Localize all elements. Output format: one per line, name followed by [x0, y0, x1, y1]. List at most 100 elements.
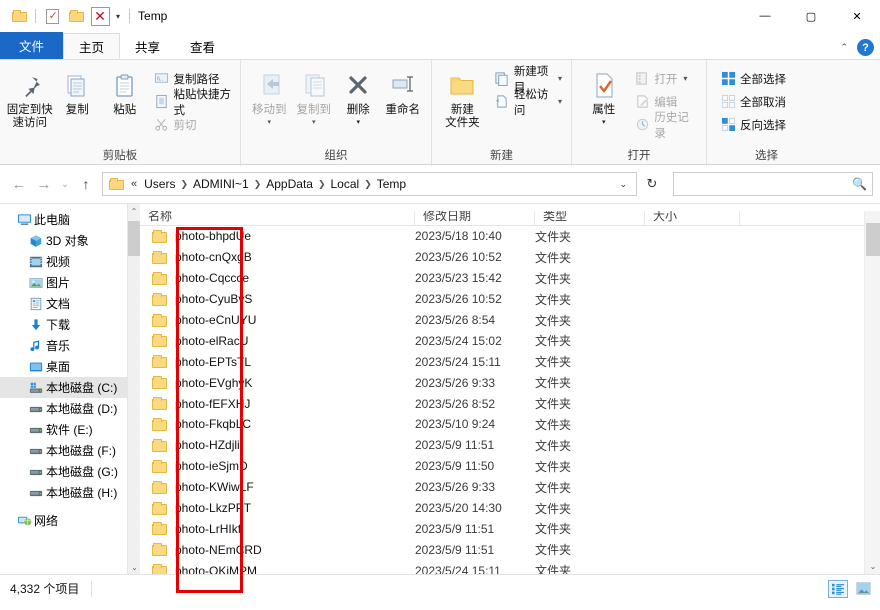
pin-to-quick-access-button[interactable]: 固定到快 速访问 [6, 65, 53, 130]
tab-file[interactable]: 文件 [0, 32, 64, 59]
properties-button[interactable]: 属性 ▾ [578, 65, 629, 126]
breadcrumb-item-admini1[interactable]: ADMINI~1 [189, 177, 253, 191]
search-icon[interactable]: 🔍 [852, 177, 867, 191]
close-button[interactable]: ✕ [834, 0, 880, 32]
table-row[interactable]: photo-LrHIkf 2023/5/9 11:51 文件夹 [140, 518, 880, 539]
tab-home[interactable]: 主页 [63, 33, 121, 59]
copy-to-button[interactable]: 复制到 ▾ [292, 65, 337, 126]
sidebar-item-network[interactable]: 网络 [0, 510, 140, 531]
new-folder-icon[interactable] [65, 5, 87, 27]
table-row[interactable]: photo-eCnUYU 2023/5/26 8:54 文件夹 [140, 310, 880, 331]
sidebar-item-3d-objects[interactable]: 3D 对象 [0, 230, 140, 251]
sidebar-item-software-e[interactable]: 软件 (E:) [0, 419, 140, 440]
navigation-scrollbar[interactable]: ⌃ ⌄ [127, 204, 140, 574]
move-to-label: 移动到 [252, 104, 287, 116]
rename-button[interactable]: 重命名 [381, 65, 426, 117]
maximize-button[interactable]: ▢ [788, 0, 834, 32]
chevron-down-icon[interactable]: ▾ [558, 74, 562, 83]
table-row[interactable]: photo-KWiwLF 2023/5/26 9:33 文件夹 [140, 477, 880, 498]
help-icon[interactable]: ? [857, 39, 874, 56]
recent-locations-button[interactable]: ⌄ [57, 172, 73, 196]
chevron-down-icon[interactable]: ▾ [312, 118, 316, 126]
cell-date-modified: 2023/5/18 10:40 [415, 229, 502, 244]
navigation-scroll-thumb[interactable] [128, 221, 140, 256]
chevron-down-icon[interactable]: ▾ [113, 12, 123, 21]
paste-icon [111, 69, 139, 101]
breadcrumb-overflow-icon[interactable]: « [126, 178, 140, 190]
search-box[interactable]: 🔍 [673, 172, 873, 196]
table-row[interactable]: photo-OKjMPM 2023/5/24 15:11 文件夹 [140, 560, 880, 574]
drive-icon [26, 465, 46, 479]
forward-button[interactable]: → [32, 172, 56, 196]
delete-icon[interactable]: ✕ [89, 5, 111, 27]
breadcrumb-item-users[interactable]: Users [140, 177, 179, 191]
table-row[interactable]: photo-NEmCRD 2023/5/9 11:51 文件夹 [140, 539, 880, 560]
breadcrumb-item-appdata[interactable]: AppData [262, 177, 317, 191]
table-row[interactable]: photo-EVghyK 2023/5/26 9:33 文件夹 [140, 372, 880, 393]
table-row[interactable]: photo-LkzPPT 2023/5/20 14:30 文件夹 [140, 498, 880, 519]
table-row[interactable]: photo-bhpdUe 2023/5/18 10:40 文件夹 [140, 226, 880, 247]
table-row[interactable]: photo-ieSjmD 2023/5/9 11:50 文件夹 [140, 456, 880, 477]
chevron-down-icon[interactable]: ▾ [683, 74, 687, 83]
table-row[interactable]: photo-cnQxgB 2023/5/26 10:52 文件夹 [140, 247, 880, 268]
breadcrumb-bar[interactable]: « Users ❯ ADMINI~1 ❯ AppData ❯ Local ❯ T… [102, 172, 637, 196]
minimize-button[interactable]: — [742, 0, 788, 32]
file-list-scroll-thumb[interactable] [866, 223, 880, 256]
sidebar-item-local-disk-h[interactable]: 本地磁盘 (H:) [0, 482, 140, 503]
sidebar-item-this-pc[interactable]: 此电脑 [0, 209, 140, 230]
select-all-button[interactable]: 全部选择 [717, 68, 789, 89]
open-button[interactable]: 打开 ▾ [631, 68, 700, 89]
sidebar-item-local-disk-g[interactable]: 本地磁盘 (G:) [0, 461, 140, 482]
chevron-down-icon[interactable]: ▾ [267, 118, 271, 126]
invert-selection-button[interactable]: 反向选择 [717, 114, 789, 135]
table-row[interactable]: photo-elRacU 2023/5/24 15:02 文件夹 [140, 330, 880, 351]
sidebar-item-documents[interactable]: 文档 [0, 293, 140, 314]
chevron-down-icon[interactable]: ▾ [356, 118, 360, 126]
sidebar-item-pictures[interactable]: 图片 [0, 272, 140, 293]
folder-icon[interactable] [8, 5, 30, 27]
address-dropdown-icon[interactable]: ⌄ [614, 179, 632, 190]
new-folder-button[interactable]: 新建 文件夹 [438, 65, 487, 130]
sidebar-item-music[interactable]: 音乐 [0, 335, 140, 356]
copy-button[interactable]: 复制 [53, 65, 100, 117]
move-to-button[interactable]: 移动到 ▾ [247, 65, 292, 126]
tab-share[interactable]: 共享 [120, 33, 175, 59]
tab-view[interactable]: 查看 [175, 33, 230, 59]
scroll-down-icon[interactable]: ⌄ [865, 558, 880, 574]
sidebar-item-local-disk-d[interactable]: 本地磁盘 (D:) [0, 398, 140, 419]
table-row[interactable]: photo-Cqccce 2023/5/23 15:42 文件夹 [140, 268, 880, 289]
table-row[interactable]: photo-CyuBvS 2023/5/26 10:52 文件夹 [140, 289, 880, 310]
sidebar-item-local-disk-f[interactable]: 本地磁盘 (F:) [0, 440, 140, 461]
details-view-button[interactable] [828, 579, 848, 598]
history-button[interactable]: 历史记录 [631, 112, 700, 140]
table-row[interactable]: photo-fEFXHJ 2023/5/26 8:52 文件夹 [140, 393, 880, 414]
table-row[interactable]: photo-EPTsTL 2023/5/24 15:11 文件夹 [140, 351, 880, 372]
scroll-up-icon[interactable]: ⌃ [128, 204, 140, 219]
paste-shortcut-button[interactable]: 粘贴快捷方式 [150, 89, 234, 117]
delete-button[interactable]: 删除 ▾ [336, 65, 381, 126]
select-none-button[interactable]: 全部取消 [717, 91, 789, 112]
table-row[interactable]: photo-HZdjli 2023/5/9 11:51 文件夹 [140, 435, 880, 456]
sidebar-item-videos[interactable]: 视频 [0, 251, 140, 272]
chevron-up-icon[interactable]: ⌃ [840, 42, 848, 53]
cut-button[interactable]: 剪切 [150, 114, 234, 135]
up-button[interactable]: ↑ [74, 172, 98, 196]
paste-button[interactable]: 粘贴 [101, 65, 148, 117]
breadcrumb-item-temp[interactable]: Temp [373, 177, 410, 191]
breadcrumb-item-local[interactable]: Local [327, 177, 364, 191]
sidebar-item-downloads[interactable]: 下载 [0, 314, 140, 335]
refresh-button[interactable]: ↻ [638, 172, 666, 196]
properties-icon[interactable] [41, 5, 63, 27]
table-row[interactable]: photo-FkqbLC 2023/5/10 9:24 文件夹 [140, 414, 880, 435]
back-button[interactable]: ← [7, 172, 31, 196]
scroll-down-icon[interactable]: ⌄ [128, 560, 140, 574]
file-list-scrollbar[interactable]: ⌃ ⌄ [864, 204, 880, 574]
search-input[interactable] [679, 177, 853, 191]
easy-access-icon [494, 94, 510, 110]
sidebar-item-desktop[interactable]: 桌面 [0, 356, 140, 377]
chevron-down-icon[interactable]: ▾ [602, 118, 606, 126]
chevron-down-icon[interactable]: ▾ [558, 97, 562, 106]
sidebar-item-local-disk-c[interactable]: 本地磁盘 (C:) [0, 377, 140, 398]
easy-access-button[interactable]: 轻松访问 ▾ [491, 89, 565, 117]
large-icons-view-button[interactable] [853, 580, 873, 598]
